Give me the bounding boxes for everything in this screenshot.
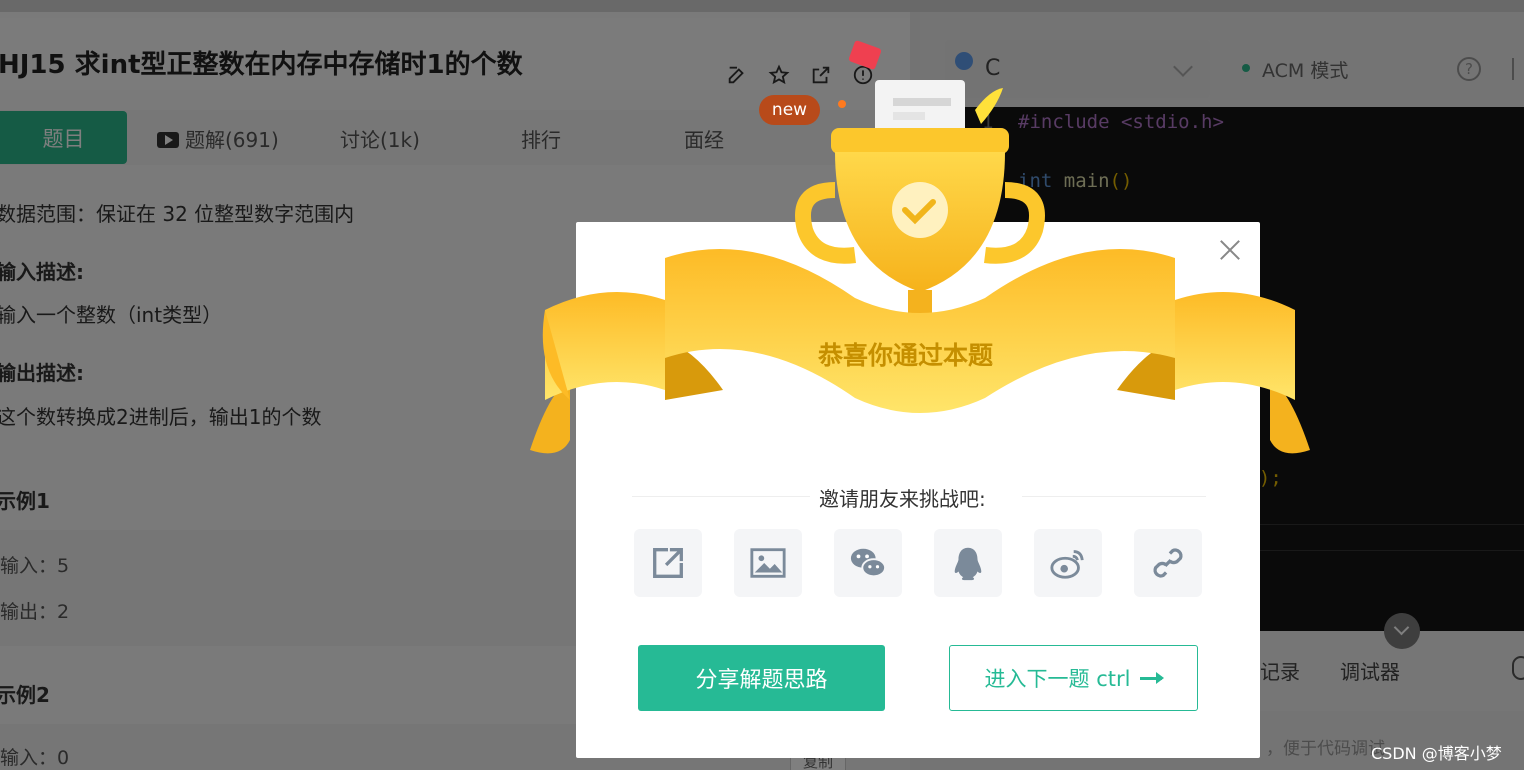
share-weibo-button[interactable] <box>1034 529 1102 597</box>
copy-link-button[interactable] <box>1134 529 1202 597</box>
share-wechat-button[interactable] <box>834 529 902 597</box>
qq-icon <box>954 547 982 581</box>
divider-left <box>632 496 810 497</box>
watermark: CSDN @博客小梦 <box>1371 744 1502 763</box>
next-problem-button[interactable]: 进入下一题 ctrl <box>949 645 1198 711</box>
trophy-ribbon-illustration <box>530 80 1310 454</box>
share-buttons <box>634 529 1202 597</box>
notification-dot <box>838 100 846 108</box>
divider-right <box>1022 496 1206 497</box>
link-icon <box>1153 548 1183 578</box>
new-badge: new <box>759 95 820 125</box>
close-icon[interactable] <box>1219 239 1241 261</box>
invite-text: 邀请朋友来挑战吧: <box>819 487 986 511</box>
share-solution-button[interactable]: 分享解题思路 <box>638 645 885 711</box>
wechat-icon <box>850 548 887 578</box>
weibo-icon <box>1050 550 1084 579</box>
share-image-button[interactable] <box>734 529 802 597</box>
next-problem-label: 进入下一题 ctrl <box>984 667 1131 691</box>
image-icon <box>750 548 786 578</box>
share-external-button[interactable] <box>634 529 702 597</box>
arrow-right-icon <box>1140 671 1165 684</box>
share-qq-button[interactable] <box>934 529 1002 597</box>
congrats-text: 恭喜你通过本题 <box>818 341 994 370</box>
external-share-icon <box>653 548 683 578</box>
